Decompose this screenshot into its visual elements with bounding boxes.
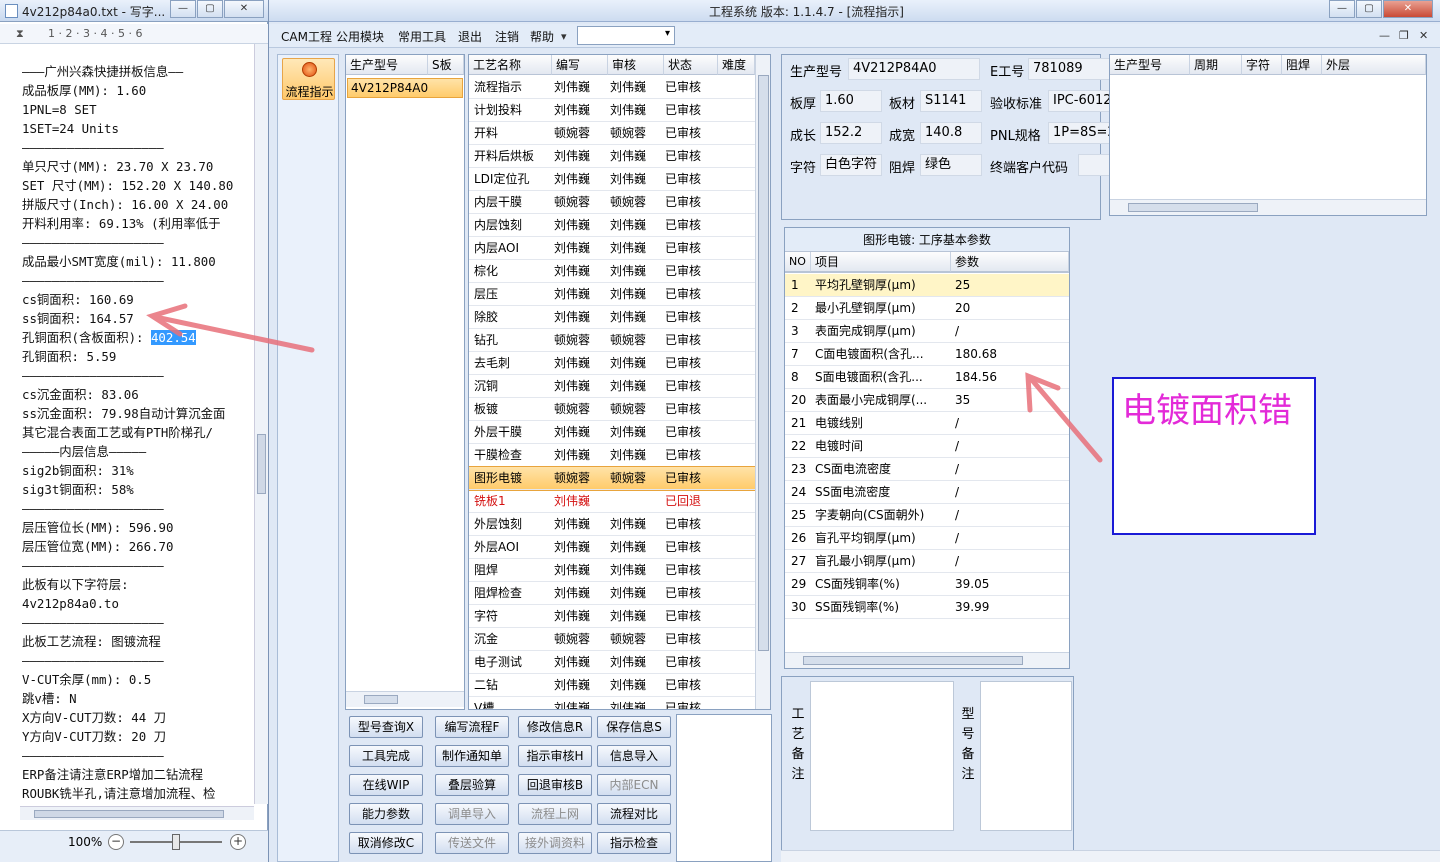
arrow-line-right (1029, 377, 1103, 463)
annotation-arrows (146, 303, 1103, 463)
arrow-line-left (157, 315, 315, 353)
